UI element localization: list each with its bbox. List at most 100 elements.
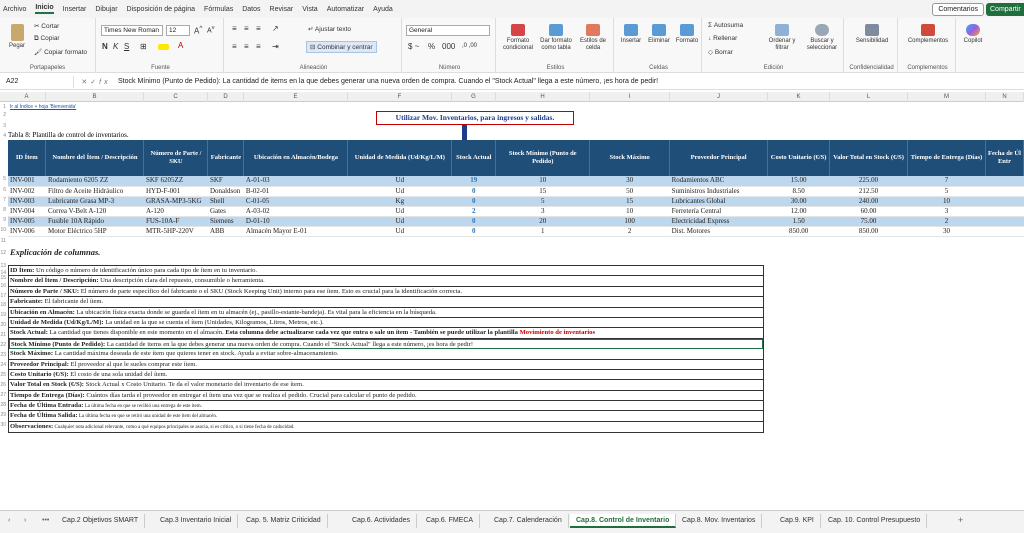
- worksheet[interactable]: Ir al Índice + hoja 'Bienvenida' Utiliza…: [8, 102, 1024, 510]
- table-cell[interactable]: [985, 196, 1024, 207]
- tab-next-button[interactable]: ›: [24, 517, 26, 524]
- row-header[interactable]: 11: [0, 238, 6, 244]
- stock-cell[interactable]: 0: [451, 186, 496, 197]
- share-button[interactable]: Compartir: [986, 3, 1024, 16]
- table-cell[interactable]: ABB: [207, 226, 244, 237]
- table-cell[interactable]: B-02-01: [243, 186, 348, 197]
- row-header[interactable]: 9: [0, 217, 6, 223]
- clear-button[interactable]: ◇ Borrar: [708, 48, 733, 56]
- explanation-row[interactable]: Ubicación en Almacén: La ubicación físic…: [9, 308, 763, 318]
- table-cell[interactable]: A-01-03: [243, 176, 348, 187]
- menu-item-revisar[interactable]: Revisar: [270, 6, 294, 13]
- row-header[interactable]: 27: [0, 392, 6, 398]
- merge-center-button[interactable]: ⊟ Combinar y centrar: [306, 41, 377, 53]
- row-header[interactable]: 4: [0, 133, 6, 139]
- explanation-row[interactable]: Fecha de Última Salida: La última fecha …: [9, 411, 763, 422]
- table-cell[interactable]: A-03-02: [243, 206, 348, 217]
- column-header-g[interactable]: G: [452, 92, 496, 102]
- table-cell[interactable]: [985, 206, 1024, 217]
- sheet-tab[interactable]: Cap.9. KPI: [774, 514, 821, 528]
- explanation-row[interactable]: Unidad de Medida (Ud/Kg/L/M): La unidad …: [9, 318, 763, 329]
- table-cell[interactable]: Electricidad Express: [669, 216, 768, 227]
- table-cell[interactable]: Lubricante Grasa MP-3: [45, 196, 144, 207]
- row-header[interactable]: 7: [0, 197, 6, 203]
- orientation-icon[interactable]: ↗: [272, 24, 279, 33]
- row-header[interactable]: 19: [0, 312, 6, 318]
- explanation-row[interactable]: Fecha de Última Entrada: La última fecha…: [9, 401, 763, 412]
- table-cell[interactable]: Filtro de Aceite Hidráulico: [45, 186, 144, 197]
- table-cell[interactable]: [985, 216, 1024, 227]
- row-header[interactable]: 25: [0, 372, 6, 378]
- table-cell[interactable]: INV-005: [8, 216, 46, 227]
- menu-item-automatizar[interactable]: Automatizar: [327, 6, 364, 13]
- table-cell[interactable]: INV-004: [8, 206, 46, 217]
- table-cell[interactable]: Motor Eléctrico 5HP: [45, 226, 144, 237]
- cancel-icon[interactable]: ✕: [81, 79, 90, 86]
- table-cell[interactable]: Ud: [347, 176, 452, 187]
- explanation-row[interactable]: Observaciones: Cualquier nota adicional …: [9, 422, 763, 432]
- tab-prev-button[interactable]: ‹: [8, 517, 10, 524]
- decimals-icon[interactable]: ,0 ,00: [462, 43, 477, 49]
- table-cell[interactable]: Rodamiento 6205 ZZ: [45, 176, 144, 187]
- row-header[interactable]: 2: [0, 112, 6, 118]
- table-cell[interactable]: C-01-05: [243, 196, 348, 207]
- table-cell[interactable]: FUS-10A-F: [143, 216, 208, 227]
- table-cell[interactable]: Almacén Mayor E-01: [243, 226, 348, 237]
- table-cell[interactable]: MTR-5HP-220V: [143, 226, 208, 237]
- table-cell[interactable]: 1.50: [767, 216, 830, 227]
- table-cell[interactable]: Suministros Industriales: [669, 186, 768, 197]
- row-header[interactable]: 16: [0, 283, 6, 289]
- explanation-row[interactable]: Nombre del Ítem / Descripción: Una descr…: [9, 276, 763, 287]
- menu-item-f-rmulas[interactable]: Fórmulas: [204, 6, 233, 13]
- borders-icon[interactable]: ⊞: [140, 42, 147, 51]
- stock-cell[interactable]: 19: [451, 176, 496, 187]
- table-cell[interactable]: 240.00: [829, 196, 908, 207]
- bold-icon[interactable]: N: [102, 42, 108, 51]
- explanation-row[interactable]: Fabricante: El fabricante del ítem.: [9, 297, 763, 308]
- table-cell[interactable]: A-120: [143, 206, 208, 217]
- font-name-select[interactable]: Times New Roman: [101, 25, 163, 36]
- table-cell[interactable]: Lubricantes Global: [669, 196, 768, 207]
- align-center-icon[interactable]: ≡: [244, 42, 249, 51]
- table-cell[interactable]: Correa V-Belt A-120: [45, 206, 144, 217]
- row-header[interactable]: 21: [0, 332, 6, 338]
- row-header[interactable]: 18: [0, 302, 6, 308]
- menu-item-inicio[interactable]: Inicio: [35, 4, 54, 14]
- delete-cells-button[interactable]: Eliminar: [645, 24, 673, 45]
- table-cell[interactable]: INV-006: [8, 226, 46, 237]
- row-header[interactable]: 22: [0, 342, 6, 348]
- name-box[interactable]: A22: [4, 75, 74, 88]
- explanation-row[interactable]: Número de Parte / SKU: El número de part…: [9, 287, 763, 298]
- table-cell[interactable]: 50: [589, 186, 670, 197]
- currency-icon[interactable]: $ ~: [408, 42, 419, 51]
- align-left-icon[interactable]: ≡: [232, 42, 237, 51]
- format-as-table-button[interactable]: Dar formato como tabla: [538, 24, 574, 52]
- table-cell[interactable]: 5: [495, 196, 590, 207]
- stock-cell[interactable]: 0: [451, 226, 496, 237]
- row-header[interactable]: 10: [0, 227, 6, 233]
- table-cell[interactable]: 100: [589, 216, 670, 227]
- find-select-button[interactable]: Buscar y seleccionar: [802, 24, 842, 52]
- table-cell[interactable]: 15: [589, 196, 670, 207]
- number-format-select[interactable]: General: [406, 25, 490, 36]
- table-cell[interactable]: 60.00: [829, 206, 908, 217]
- stock-cell[interactable]: 0: [451, 196, 496, 207]
- align-bottom-icon[interactable]: ≡: [256, 24, 261, 33]
- row-header[interactable]: 1: [0, 104, 6, 110]
- align-top-icon[interactable]: ≡: [232, 24, 237, 33]
- autosum-button[interactable]: Σ Autosuma: [708, 22, 743, 29]
- row-header[interactable]: 3: [0, 123, 6, 129]
- italic-icon[interactable]: K: [113, 42, 118, 51]
- table-cell[interactable]: 212.50: [829, 186, 908, 197]
- table-cell[interactable]: [985, 176, 1024, 187]
- column-header-h[interactable]: H: [496, 92, 590, 102]
- row-header[interactable]: 24: [0, 362, 6, 368]
- table-cell[interactable]: 2: [907, 216, 986, 227]
- column-header-j[interactable]: J: [670, 92, 768, 102]
- sheet-tab[interactable]: Cap. 10. Control Presupuesto: [822, 514, 928, 528]
- table-cell[interactable]: SKF 6205ZZ: [143, 176, 208, 187]
- table-cell[interactable]: 1: [495, 226, 590, 237]
- table-cell[interactable]: 75.00: [829, 216, 908, 227]
- column-header-i[interactable]: I: [590, 92, 670, 102]
- stock-cell[interactable]: 0: [451, 216, 496, 227]
